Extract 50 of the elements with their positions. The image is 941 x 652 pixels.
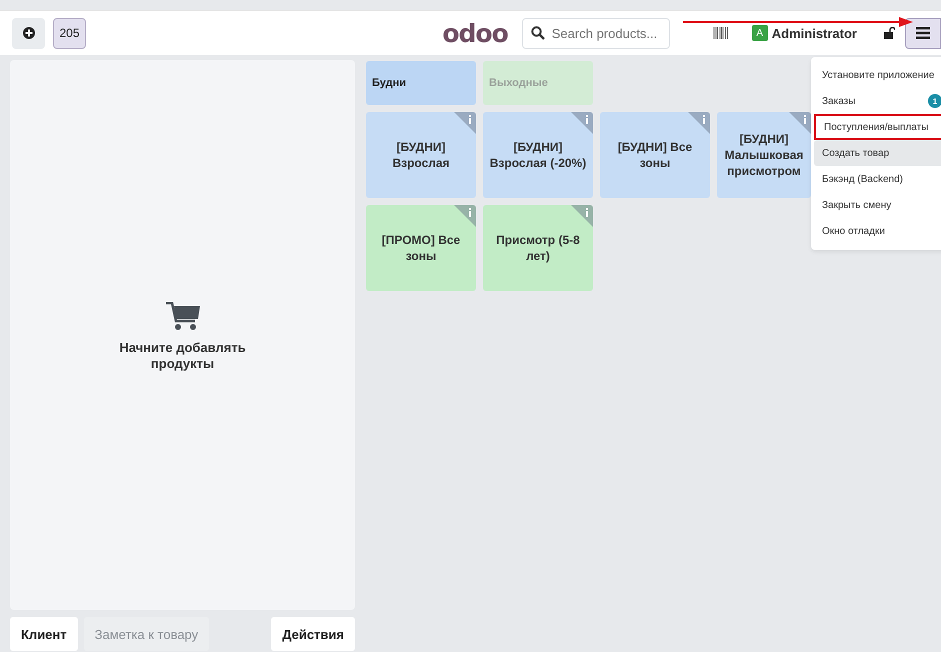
product-card[interactable]: Присмотр (5-8 лет) <box>483 205 593 291</box>
barcode-icon[interactable] <box>712 27 729 39</box>
info-icon[interactable] <box>789 112 811 134</box>
count-badge: 1 <box>928 94 941 108</box>
product-card[interactable]: [БУДНИ] Взрослая (-20%) <box>483 112 593 198</box>
product-card[interactable]: [БУДНИ] Взрослая <box>366 112 476 198</box>
category-tab[interactable]: Будни <box>366 61 476 105</box>
logo: odoo <box>442 18 508 48</box>
menu-item[interactable]: Создать товар <box>814 140 941 166</box>
product-card[interactable]: [БУДНИ] Малышковая присмотром <box>717 112 811 198</box>
product-name: Присмотр (5-8 <box>496 232 580 248</box>
menu-item[interactable]: Поступления/выплаты <box>814 114 941 140</box>
menu-item[interactable]: Окно отладки <box>814 218 941 244</box>
product-name: [БУДНИ] <box>513 139 562 155</box>
product-name: присмотром <box>727 163 801 179</box>
product-name: Малышковая <box>724 147 804 163</box>
info-icon[interactable] <box>688 112 710 134</box>
product-name: Взрослая (-20%) <box>490 155 586 171</box>
cart-icon <box>166 302 200 332</box>
product-name: зоны <box>640 155 670 171</box>
user-avatar: A <box>752 25 768 41</box>
product-name: [БУДНИ] Все <box>618 139 692 155</box>
info-icon[interactable] <box>571 205 593 227</box>
new-order-button[interactable] <box>12 18 45 48</box>
user-name[interactable]: Administrator <box>772 26 857 40</box>
menu-item[interactable]: Бэкэнд (Backend) <box>814 166 941 192</box>
product-name: [ПРОМО] Все <box>382 232 460 248</box>
action-button[interactable]: Клиент <box>10 617 78 651</box>
info-icon[interactable] <box>454 112 476 134</box>
product-name: [БУДНИ] <box>739 131 788 147</box>
product-card[interactable]: [БУДНИ] Все зоны <box>600 112 710 198</box>
menu-icon <box>916 27 930 39</box>
plus-circle-icon <box>22 27 34 39</box>
product-name: зоны <box>406 248 436 264</box>
action-button[interactable]: Действия <box>271 617 355 651</box>
menu-button[interactable] <box>905 18 941 48</box>
empty-cart-message: Начните добавлять продукты <box>118 340 247 372</box>
menu-item[interactable]: Закрыть смену <box>814 192 941 218</box>
product-name: Взрослая <box>392 155 450 171</box>
product-name: [БУДНИ] <box>396 139 446 155</box>
product-name: лет) <box>526 248 550 264</box>
product-card[interactable]: [ПРОМО] Все зоны <box>366 205 476 291</box>
menu-item[interactable]: Заказы 1 <box>814 88 941 114</box>
info-icon[interactable] <box>454 205 476 227</box>
lock-icon[interactable] <box>883 27 895 39</box>
info-icon[interactable] <box>571 112 593 134</box>
order-tab[interactable]: 205 <box>53 18 86 48</box>
search-field[interactable]: Search products... <box>522 18 670 48</box>
search-icon <box>530 26 545 40</box>
menu-item[interactable]: Установите приложение <box>814 62 941 88</box>
